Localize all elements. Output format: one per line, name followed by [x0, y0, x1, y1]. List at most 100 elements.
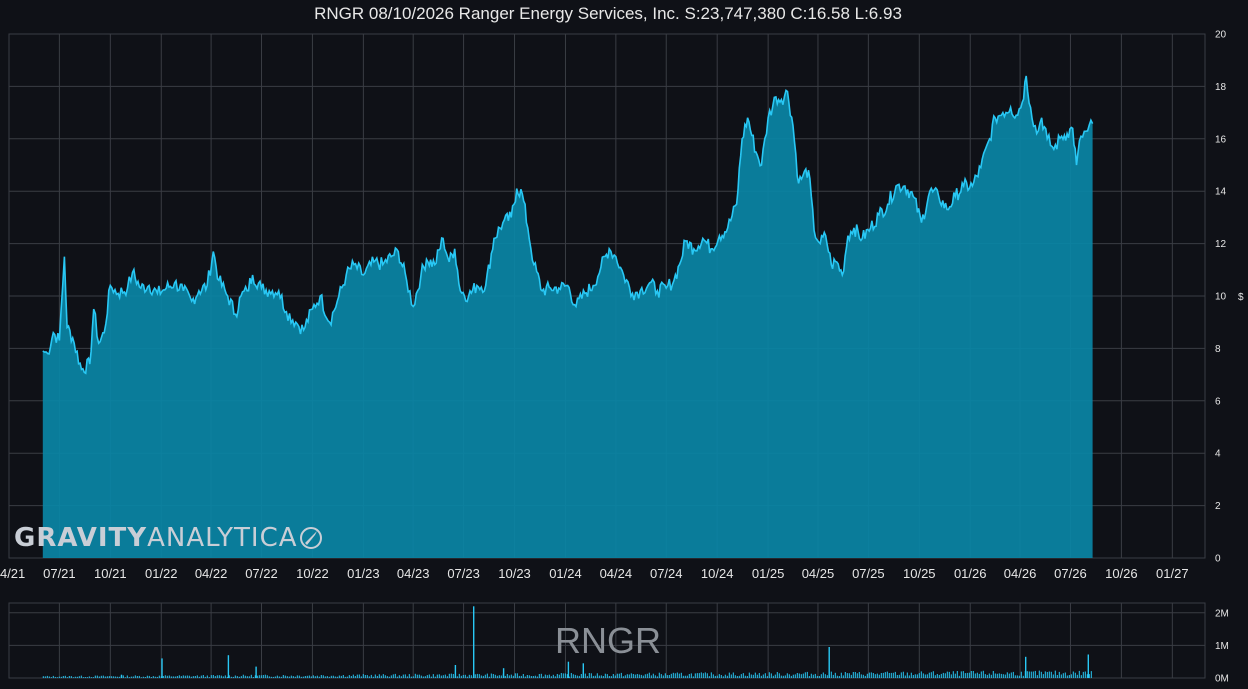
volume-bar [356, 674, 358, 678]
volume-bar [822, 672, 824, 678]
volume-bar [888, 673, 890, 678]
volume-bar [378, 674, 380, 678]
volume-bar [296, 675, 298, 678]
volume-bar [256, 675, 258, 678]
volume-bar [684, 675, 686, 678]
volume-bar [360, 676, 362, 678]
volume-bar [470, 675, 472, 678]
volume-bar [418, 674, 420, 678]
volume-bar [300, 676, 302, 678]
volume-bar [950, 674, 952, 678]
volume-spike [227, 655, 230, 678]
volume-bar [398, 675, 400, 678]
x-tick-label: 01/23 [347, 566, 380, 581]
volume-bar [350, 676, 352, 678]
volume-bar [332, 675, 334, 678]
volume-bar [1054, 670, 1056, 678]
volume-bar [492, 674, 494, 678]
x-tick-label: 10/21 [94, 566, 127, 581]
volume-bar [96, 675, 98, 678]
volume-bar [268, 676, 270, 678]
volume-bar [504, 675, 506, 678]
volume-bar [734, 675, 736, 678]
volume-spike [454, 665, 457, 678]
volume-bar [158, 675, 160, 678]
volume-bar [648, 672, 650, 678]
volume-bar [224, 675, 226, 678]
volume-bar [676, 672, 678, 678]
volume-bar [792, 674, 794, 678]
volume-bar [358, 674, 360, 678]
volume-bar [794, 674, 796, 678]
volume-bar [150, 677, 152, 678]
volume-bar [858, 672, 860, 678]
volume-bar [302, 676, 304, 678]
volume-bar [710, 672, 712, 678]
volume-bar [784, 675, 786, 678]
volume-bar [522, 674, 524, 678]
volume-bar [1058, 671, 1060, 678]
volume-bar [852, 672, 854, 678]
volume-bar [176, 676, 178, 678]
volume-bar [440, 675, 442, 678]
volume-bar [782, 675, 784, 678]
x-tick-label: 07/21 [43, 566, 76, 581]
volume-bar [174, 676, 176, 678]
volume-bar [188, 675, 190, 678]
volume-bar [270, 676, 272, 678]
volume-bar [932, 671, 934, 678]
volume-bar [546, 675, 548, 678]
volume-bar [322, 675, 324, 678]
volume-bar [1006, 672, 1008, 678]
volume-bar [1028, 671, 1030, 678]
volume-bar [914, 674, 916, 678]
volume-bar [798, 673, 800, 678]
volume-bar [968, 672, 970, 678]
volume-bar [612, 674, 614, 678]
volume-bar [486, 673, 488, 678]
volume-bar [1020, 671, 1022, 678]
volume-bar [720, 675, 722, 678]
volume-bar [534, 675, 536, 678]
x-tick-label: 01/24 [549, 566, 582, 581]
volume-bar [604, 673, 606, 678]
volume-bar [376, 676, 378, 678]
volume-bar [862, 674, 864, 678]
volume-bar [898, 674, 900, 678]
volume-bar [474, 674, 476, 678]
volume-spike [473, 606, 475, 678]
volume-bar [490, 673, 492, 678]
volume-bar [560, 673, 562, 678]
volume-bar [424, 676, 426, 678]
volume-bar [1042, 674, 1044, 678]
volume-bar [1022, 675, 1024, 678]
volume-bar [178, 675, 180, 678]
volume-bar [326, 676, 328, 678]
logo-text-light: ANALYTICA [147, 523, 298, 553]
x-tick-label: 04/25 [802, 566, 835, 581]
volume-bar [628, 674, 630, 678]
volume-bar [882, 672, 884, 678]
volume-spike [255, 666, 257, 678]
volume-bar [588, 673, 590, 678]
volume-bar [682, 675, 684, 678]
volume-bar [966, 672, 968, 678]
volume-bar [930, 672, 932, 678]
volume-bar [644, 674, 646, 678]
volume-bar [634, 674, 636, 678]
volume-bar [596, 673, 598, 678]
volume-bar [864, 675, 866, 678]
volume-bar [516, 673, 518, 678]
volume-bar [1066, 675, 1068, 678]
volume-bar [800, 674, 802, 678]
volume-bar [310, 676, 312, 678]
volume-bar [324, 676, 326, 678]
volume-bar [134, 675, 136, 678]
volume-watermark: RNGR [555, 620, 661, 661]
volume-bar [200, 675, 202, 678]
volume-bar [94, 675, 96, 678]
volume-bar [426, 675, 428, 678]
price-chart: 04/21 07/21 10/21 01/22 04/22 07/22 10/22 01/23… [0, 30, 1244, 685]
volume-bar [208, 677, 210, 678]
volume-bar [234, 675, 236, 678]
